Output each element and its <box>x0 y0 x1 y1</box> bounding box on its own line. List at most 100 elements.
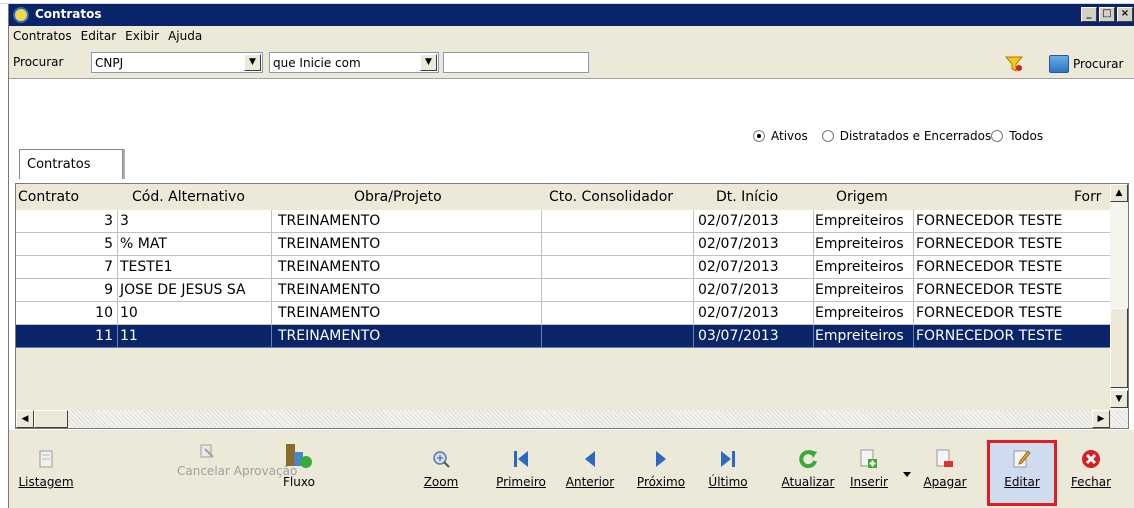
refresh-icon <box>799 450 817 469</box>
radio-todos[interactable]: Todos <box>991 129 1043 143</box>
minimize-button[interactable]: _ <box>1081 7 1097 22</box>
ultimo-button[interactable]: Último <box>703 436 753 502</box>
vertical-scroll-thumb[interactable] <box>1110 308 1128 388</box>
cell-origem: Empreiteiros <box>814 325 914 348</box>
cell-origem: Empreiteiros <box>814 210 914 233</box>
close-window-button[interactable]: × <box>1117 7 1133 22</box>
radio-unselected-icon <box>991 130 1004 142</box>
search-button[interactable]: Procurar <box>1049 53 1123 75</box>
radio-unselected-icon <box>821 130 834 142</box>
col-fornecedor[interactable]: Forr <box>1074 189 1101 205</box>
first-record-icon <box>514 451 528 467</box>
scroll-left-icon[interactable]: ◀ <box>16 410 34 428</box>
col-cod-alternativo[interactable]: Cód. Alternativo <box>132 189 245 205</box>
col-origem[interactable]: Origem <box>836 189 888 205</box>
inserir-dropdown-icon[interactable] <box>903 472 911 477</box>
cell-cod-alternativo: % MAT <box>118 233 272 256</box>
proximo-label: Próximo <box>636 475 686 489</box>
anterior-label: Anterior <box>565 475 615 489</box>
cell-cto-consolidador <box>542 233 694 256</box>
content-panel: Ativos Distratados e Encerrados Todos Co… <box>9 78 1134 430</box>
tab-contratos[interactable]: Contratos <box>19 149 123 179</box>
cancelar-aprovacao-button[interactable]: Cancelar Aprovação <box>167 436 297 502</box>
search-input[interactable] <box>443 52 589 73</box>
cell-fornecedor: FORNECEDOR TESTE <box>914 256 1110 279</box>
ultimo-label: Último <box>708 475 748 489</box>
inserir-button[interactable]: Inserir <box>843 436 895 502</box>
menu-contratos[interactable]: Contratos <box>9 26 77 46</box>
search-operator-select[interactable]: que Inicie com ▼ <box>269 52 439 73</box>
apagar-button[interactable]: Apagar <box>919 436 971 502</box>
next-record-icon <box>656 451 666 467</box>
title-bar[interactable]: Contratos _ □ × <box>9 4 1134 26</box>
menu-exibir[interactable]: Exibir <box>121 26 164 46</box>
zoom-button[interactable]: Zoom <box>419 436 463 502</box>
menu-editar[interactable]: Editar <box>77 26 122 46</box>
editar-label: Editar <box>1004 475 1040 489</box>
fechar-button[interactable]: Fechar <box>1061 436 1121 502</box>
menu-ajuda[interactable]: Ajuda <box>164 26 207 46</box>
table-row[interactable]: 10 10 TREINAMENTO 02/07/2013 Empreiteiros FOR… <box>16 302 1110 325</box>
table-row[interactable]: 7 TESTE1 TREINAMENTO 02/07/2013 Empreiteiros… <box>16 256 1110 279</box>
horizontal-scrollbar[interactable]: ◀ ▶ <box>16 410 1128 428</box>
previous-record-icon <box>585 451 595 467</box>
radio-ativos-label: Ativos <box>771 129 808 143</box>
horizontal-scroll-thumb[interactable] <box>34 410 68 428</box>
col-dt-inicio[interactable]: Dt. Início <box>716 189 778 205</box>
cell-fornecedor: FORNECEDOR TESTE <box>914 233 1110 256</box>
col-obra-projeto[interactable]: Obra/Projeto <box>354 189 442 205</box>
primeiro-button[interactable]: Primeiro <box>491 436 551 502</box>
radio-ativos[interactable]: Ativos <box>753 129 808 143</box>
document-icon <box>39 450 53 468</box>
cell-cod-alternativo: JOSE DE JESUS SA <box>118 279 272 302</box>
cell-origem: Empreiteiros <box>814 279 914 302</box>
search-icon <box>1049 55 1069 73</box>
cell-contrato: 3 <box>16 210 118 233</box>
cell-cto-consolidador <box>542 210 694 233</box>
editar-button[interactable]: Editar <box>987 436 1057 502</box>
zoom-label: Zoom <box>423 475 459 489</box>
atualizar-button[interactable]: Atualizar <box>773 436 843 502</box>
search-row: Procurar CNPJ ▼ que Inicie com ▼ Procura… <box>9 48 1134 76</box>
edit-icon <box>1013 450 1031 468</box>
table-row[interactable]: 5% MAT TREINAMENTO 02/07/2013 Empreiteiros F… <box>16 233 1110 256</box>
table-row[interactable]: 9 JOSE DE JESUS SA TREINAMENTO 02/07/2013 Em… <box>16 279 1110 302</box>
maximize-button[interactable]: □ <box>1099 7 1115 22</box>
chevron-down-icon[interactable]: ▼ <box>244 54 261 71</box>
chevron-down-icon[interactable]: ▼ <box>420 54 437 71</box>
close-icon <box>1082 450 1100 468</box>
search-label: Procurar <box>13 55 64 69</box>
table-row[interactable]: 11 11 TREINAMENTO 03/07/2013 Empreiteiros FOR… <box>16 325 1110 348</box>
radio-todos-label: Todos <box>1009 129 1044 143</box>
filter-icon[interactable] <box>1005 56 1023 72</box>
cell-dt-inicio: 02/07/2013 <box>694 302 814 325</box>
cell-contrato: 7 <box>16 256 118 279</box>
col-cto-consolidador[interactable]: Cto. Consolidador <box>549 189 673 205</box>
cell-cod-alternativo: 11 <box>118 325 272 348</box>
vertical-scrollbar[interactable]: ▲ ▼ <box>1110 184 1128 410</box>
cell-obra-projeto: TREINAMENTO <box>272 302 542 325</box>
table-row[interactable]: 3 3 TREINAMENTO 02/07/2013 Empreiteiros FORNE… <box>16 210 1110 233</box>
radio-distratados-label: Distratados e Encerrados <box>839 129 992 143</box>
search-field-select[interactable]: CNPJ ▼ <box>91 52 263 73</box>
proximo-button[interactable]: Próximo <box>631 436 691 502</box>
cell-fornecedor: FORNECEDOR TESTE <box>914 302 1110 325</box>
scroll-down-icon[interactable]: ▼ <box>1110 390 1128 408</box>
primeiro-label: Primeiro <box>496 475 546 489</box>
scroll-up-icon[interactable]: ▲ <box>1110 184 1128 202</box>
anterior-button[interactable]: Anterior <box>561 436 619 502</box>
cell-dt-inicio: 02/07/2013 <box>694 210 814 233</box>
listagem-button[interactable]: Listagem <box>11 436 81 502</box>
cell-dt-inicio: 02/07/2013 <box>694 233 814 256</box>
col-contrato[interactable]: Contrato <box>18 189 79 205</box>
scroll-right-icon[interactable]: ▶ <box>1092 410 1110 428</box>
cell-contrato: 5 <box>16 233 118 256</box>
fluxo-button[interactable]: Fluxo <box>269 436 329 502</box>
grid-header: Contrato Cód. Alternativo Obra/Projeto C… <box>16 184 1110 210</box>
contratos-window: Contratos _ □ × Contratos Editar Exibir … <box>8 4 1134 508</box>
cell-obra-projeto: TREINAMENTO <box>272 279 542 302</box>
atualizar-label: Atualizar <box>781 475 835 489</box>
cell-origem: Empreiteiros <box>814 256 914 279</box>
app-icon <box>13 7 29 23</box>
radio-distratados[interactable]: Distratados e Encerrados <box>821 129 992 143</box>
